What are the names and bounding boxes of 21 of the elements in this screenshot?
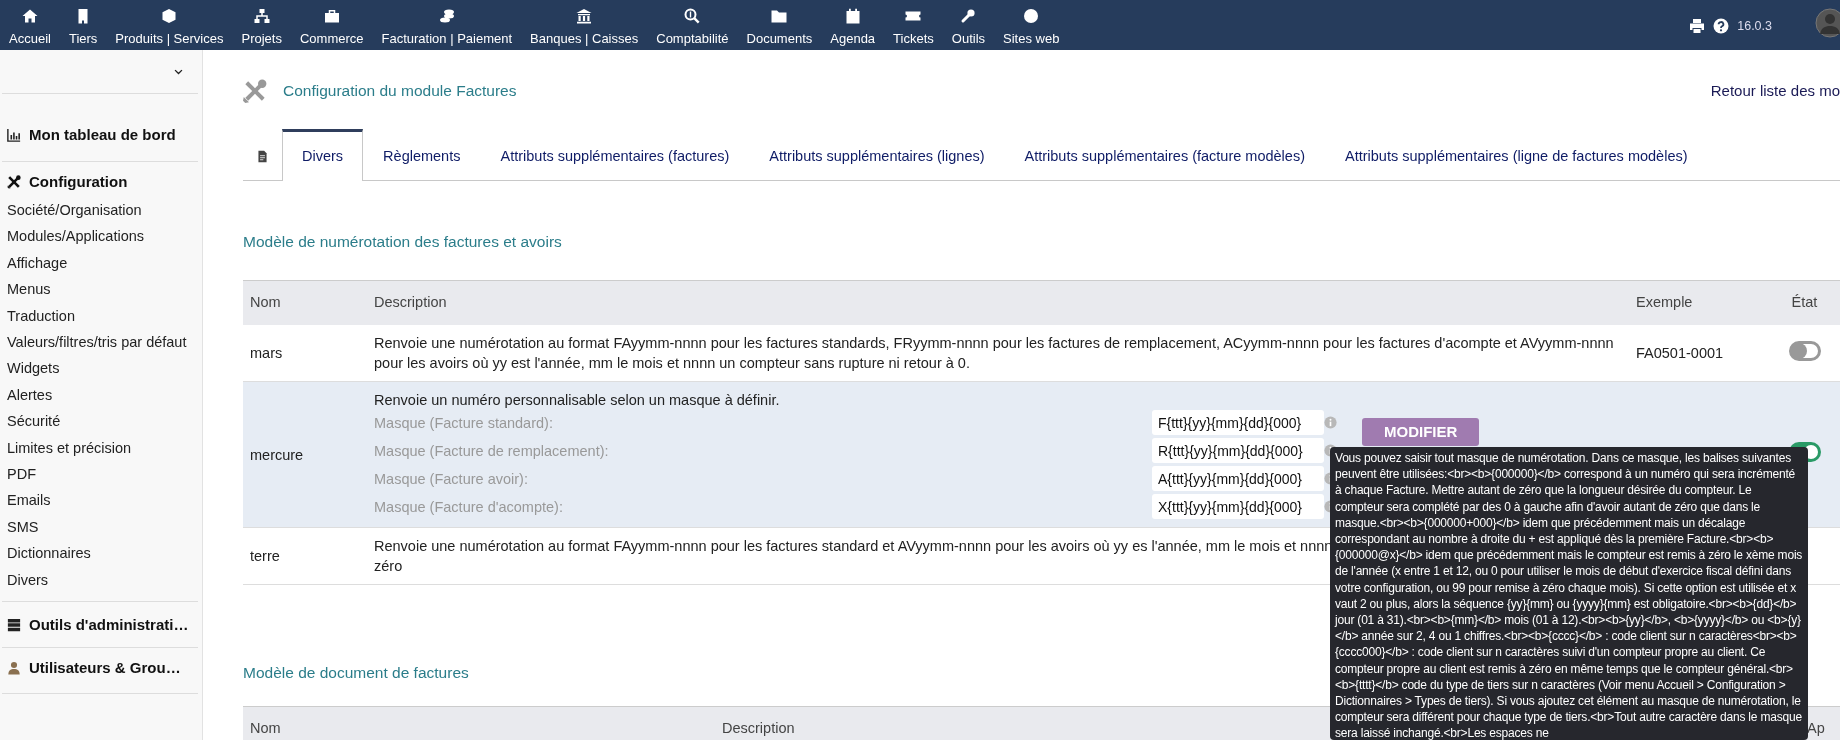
field-label: Masque (Facture avoir): <box>374 469 529 489</box>
description-text: zéro <box>374 557 403 576</box>
table-cell: terre <box>243 527 367 585</box>
page-title: Configuration du module Factures <box>283 81 517 102</box>
column-header: Exemple <box>1629 280 1769 325</box>
column-header: État <box>1769 280 1840 325</box>
description-text: Renvoie une numérotation au format FAyymm-nnnn pour les factures standards, FRyymm-nnnn pour les factures de remplacement, ACyymm-nnnn pour les factures d'acompte et AVyymm-nnnn pour les avoirs où yy est l'année, mm le mois et nnnn un compteur sans rupture ni retour à 0. <box>374 334 1615 373</box>
column-header: Nom <box>243 280 367 325</box>
field-label: Masque (Facture standard): <box>374 413 554 433</box>
field-label: Masque (Facture de remplacement): <box>374 441 610 461</box>
help-tooltip: Vous pouvez saisir tout masque de numérotation. Dans ce masque, les balises suivantes peuvent être utilisées:<br><b>{000000}</b> correspond à un numéro qui sera incrémenté à chaque Facture. Mettre autant de zéro que la longueur désirée du compteur. Le compteur sera complété par des 0 à gauche afin d'avoir autant de zéro que dans le masque.<br><b>{000000+000}</b> idem que précédemment mais un décalage correspondant au nombre à droite du + est appliqué dès la première Facture.<br><b>{000000@x}</b> idem que précédemment mais le compteur est remis à zéro le xème mois de l'année (x entre 1 et 12, ou 0 pour utiliser le mois de début d'exercice fiscal défini dans votre configuration, ou 99 pour remise à zéro chaque mois). Si cette option est utilisée et x vaut 2 ou plus, alors la séquence {yy}{mm} ou {yyyy}{mm} est obligatoire.<br><b>{dd}</b> jour (01 à 31).<br><b>{mm}</b> mois (01 à 12).<br><b>{yy}</b>, <b>{yyyy}</b> ou <b>{y}</b> année sur 2, 4 ou 1 chiffres.<br><b>{cccc}</b> : code client sur n caractères<br><b>{cccc000}</b> : code client sur n caractères suivi d'un compteur propre au client. Ce compteur propre au client est remis à zéro en même temps que le compteur général.<br><b>{tttt}</b> code du type de tiers sur n caractères (Voir menu Accueil > Configuration > Dictionnaires > Types de tiers). Si vous ajoutez cet élément au masque de numérotation, le compteur sera différent pour chaque type de tiers.<br>Tout autre caractère dans le masque sera laissé inchangé.<br>Les espaces ne <box>1330 447 1808 740</box>
description-text: Renvoie un numéro personnalisable selon un masque à définir. <box>374 391 780 410</box>
table-cell: mercure <box>243 381 367 528</box>
table-cell: mars <box>243 325 367 382</box>
column-header: Description <box>367 280 1629 325</box>
section-title: Modèle de numérotation des factures et avoirs <box>243 232 562 252</box>
version-text: 16.0.3 <box>1737 17 1772 35</box>
section-title: Modèle de document de factures <box>243 663 469 683</box>
column-header: Nom <box>243 706 715 740</box>
field-label: Masque (Facture d'acompte): <box>374 497 564 517</box>
example-text: FA0501-0001 <box>1636 345 1724 361</box>
